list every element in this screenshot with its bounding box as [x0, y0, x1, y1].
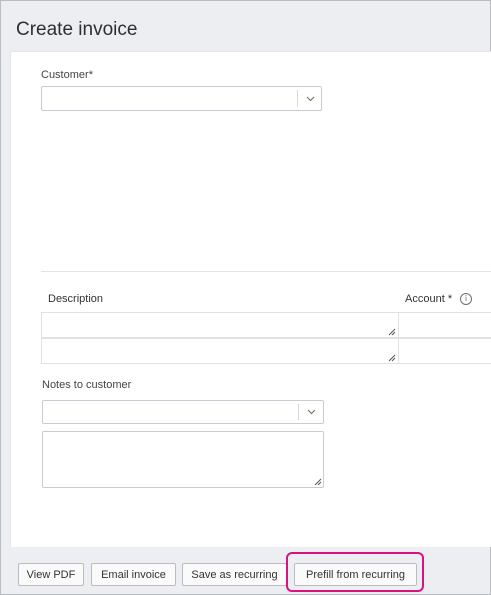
customer-select[interactable]: [41, 86, 322, 111]
view-pdf-button[interactable]: View PDF: [18, 563, 84, 586]
required-marker: *: [88, 69, 93, 81]
required-marker: *: [447, 293, 453, 305]
page-title: Create invoice: [16, 19, 138, 40]
highlight-box: [286, 552, 424, 592]
table-row: [41, 312, 491, 338]
description-cell[interactable]: [42, 313, 398, 337]
description-cell[interactable]: [42, 339, 398, 363]
table-row: [41, 338, 491, 364]
account-cell[interactable]: [399, 339, 491, 363]
notes-label: Notes to customer: [42, 379, 132, 391]
customer-label-text: Customer: [41, 69, 89, 81]
resize-handle-icon[interactable]: [388, 354, 396, 362]
notes-template-select[interactable]: [42, 400, 324, 424]
customer-label: Customer*: [41, 69, 93, 81]
account-header-text: Account: [405, 293, 445, 305]
account-column-header: Account *: [405, 293, 452, 305]
chevron-down-icon[interactable]: [298, 87, 322, 110]
email-invoice-button[interactable]: Email invoice: [91, 563, 176, 586]
info-icon[interactable]: i: [460, 293, 472, 305]
window: Create invoice Customer* Description Acc…: [0, 0, 491, 595]
resize-handle-icon[interactable]: [314, 478, 322, 486]
resize-handle-icon[interactable]: [388, 328, 396, 336]
account-cell[interactable]: [399, 313, 491, 337]
chevron-down-icon[interactable]: [299, 401, 323, 423]
section-divider: [41, 271, 491, 272]
description-column-header: Description: [48, 293, 104, 305]
notes-textarea[interactable]: [42, 431, 324, 488]
save-as-recurring-button[interactable]: Save as recurring: [182, 563, 287, 586]
